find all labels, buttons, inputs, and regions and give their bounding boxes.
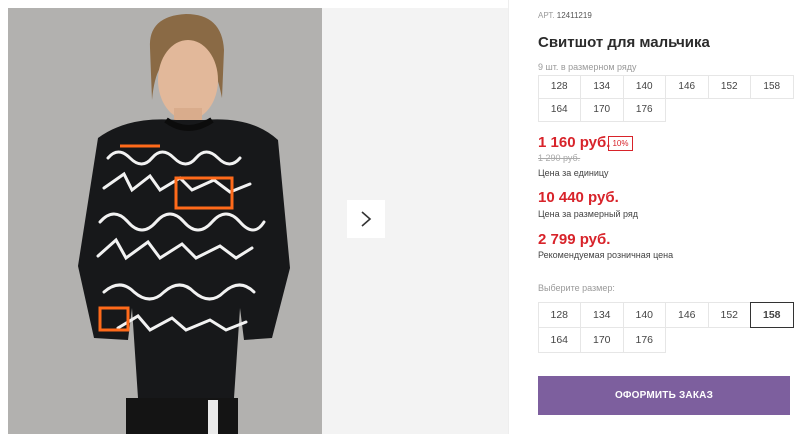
chevron-right-icon	[361, 211, 372, 227]
unit-price: 1 160 руб.	[538, 134, 611, 151]
pack-size-cell: 176	[622, 97, 666, 122]
pack-size-cell: 164	[537, 97, 581, 122]
unit-price-note: Цена за единицу	[538, 168, 609, 178]
article-label: АРТ.	[538, 11, 555, 20]
product-photo[interactable]	[8, 8, 322, 434]
size-selector-grid: 128 134 140 146 152 158 164 170 176	[537, 301, 794, 353]
pack-size-cell: 128	[537, 74, 581, 99]
pack-price: 10 440 руб.	[538, 189, 619, 206]
article-value: 12411219	[556, 11, 592, 20]
place-order-button[interactable]: ОФОРМИТЬ ЗАКАЗ	[538, 376, 790, 415]
pack-label: 9 шт. в размерном ряду	[538, 62, 637, 72]
size-option-158-selected[interactable]: 158	[750, 301, 794, 328]
size-option-134[interactable]: 134	[580, 301, 624, 328]
size-option-128[interactable]: 128	[537, 301, 581, 328]
old-price: 1 290 руб.	[538, 153, 581, 163]
pack-size-cell: 152	[707, 74, 751, 99]
size-option-146[interactable]: 146	[665, 301, 709, 328]
pack-size-cell: 140	[622, 74, 666, 99]
pack-size-cell: 134	[580, 74, 624, 99]
size-option-140[interactable]: 140	[622, 301, 666, 328]
discount-badge: 10%	[608, 136, 633, 151]
gallery-next-button[interactable]	[347, 200, 385, 238]
article-number: АРТ. 12411219	[538, 11, 592, 20]
size-option-170[interactable]: 170	[580, 326, 624, 353]
size-option-176[interactable]: 176	[622, 326, 666, 353]
pack-size-cell: 146	[665, 74, 709, 99]
divider	[508, 0, 509, 434]
retail-price: 2 799 руб.	[538, 231, 611, 248]
retail-price-note: Рекомендуемая розничная цена	[538, 250, 674, 260]
pack-size-cell: 170	[580, 97, 624, 122]
product-photo-illustration	[8, 8, 322, 434]
size-select-label: Выберите размер:	[538, 283, 615, 293]
size-option-152[interactable]: 152	[707, 301, 751, 328]
pack-size-cell: 158	[750, 74, 794, 99]
pack-price-note: Цена за размерный ряд	[538, 209, 639, 219]
pack-size-grid: 128 134 140 146 152 158 164 170 176	[537, 74, 794, 122]
size-option-164[interactable]: 164	[537, 326, 581, 353]
product-title: Свитшот для мальчика	[538, 34, 710, 51]
product-gallery	[8, 8, 508, 434]
